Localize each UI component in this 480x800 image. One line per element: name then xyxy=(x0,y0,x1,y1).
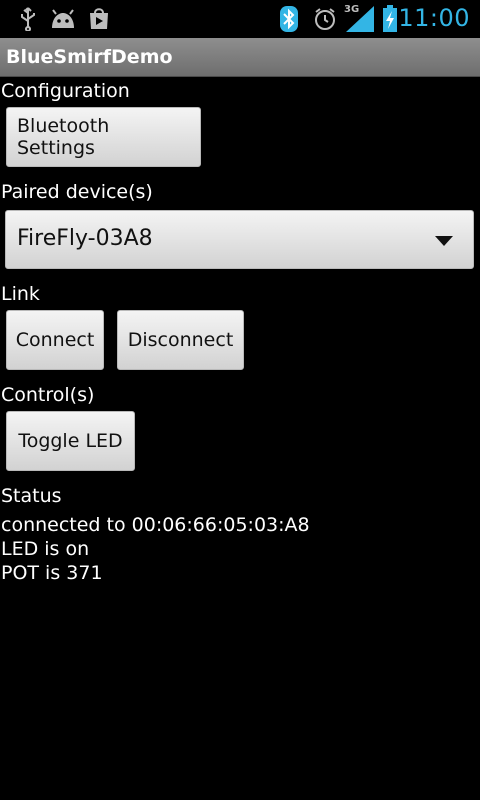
status-connection-text: connected to 00:06:66:05:03:A8 xyxy=(1,514,310,536)
toggle-led-button[interactable]: Toggle LED xyxy=(6,411,135,471)
usb-icon xyxy=(21,7,35,31)
status-label: Status xyxy=(1,485,62,507)
disconnect-button-label: Disconnect xyxy=(127,329,234,351)
battery-charging-icon xyxy=(383,5,397,32)
link-label: Link xyxy=(1,283,40,305)
app-title: BlueSmirfDemo xyxy=(6,46,173,68)
bluetooth-settings-button-label: Bluetooth Settings xyxy=(17,115,110,159)
toggle-led-button-label: Toggle LED xyxy=(18,430,123,452)
clock: 11:00 xyxy=(398,4,470,32)
dropdown-arrow-icon xyxy=(435,236,453,246)
title-bar: BlueSmirfDemo xyxy=(0,38,480,77)
signal-icon xyxy=(346,6,374,32)
bluetooth-icon xyxy=(280,6,298,32)
status-bar: 3G 11:00 xyxy=(0,0,480,38)
paired-devices-label: Paired device(s) xyxy=(1,181,153,203)
status-pot-text: POT is 371 xyxy=(1,562,103,584)
bluetooth-settings-button[interactable]: Bluetooth Settings xyxy=(6,107,201,167)
disconnect-button[interactable]: Disconnect xyxy=(117,310,244,370)
configuration-label: Configuration xyxy=(1,80,130,102)
status-led-text: LED is on xyxy=(1,538,90,560)
play-store-icon xyxy=(90,8,108,29)
alarm-icon xyxy=(315,8,335,30)
connect-button-label: Connect xyxy=(15,329,95,351)
paired-device-spinner[interactable]: FireFly-03A8 xyxy=(5,210,474,269)
controls-label: Control(s) xyxy=(1,384,95,406)
connect-button[interactable]: Connect xyxy=(6,310,104,370)
android-icon xyxy=(52,9,74,28)
selected-device: FireFly-03A8 xyxy=(17,226,153,251)
